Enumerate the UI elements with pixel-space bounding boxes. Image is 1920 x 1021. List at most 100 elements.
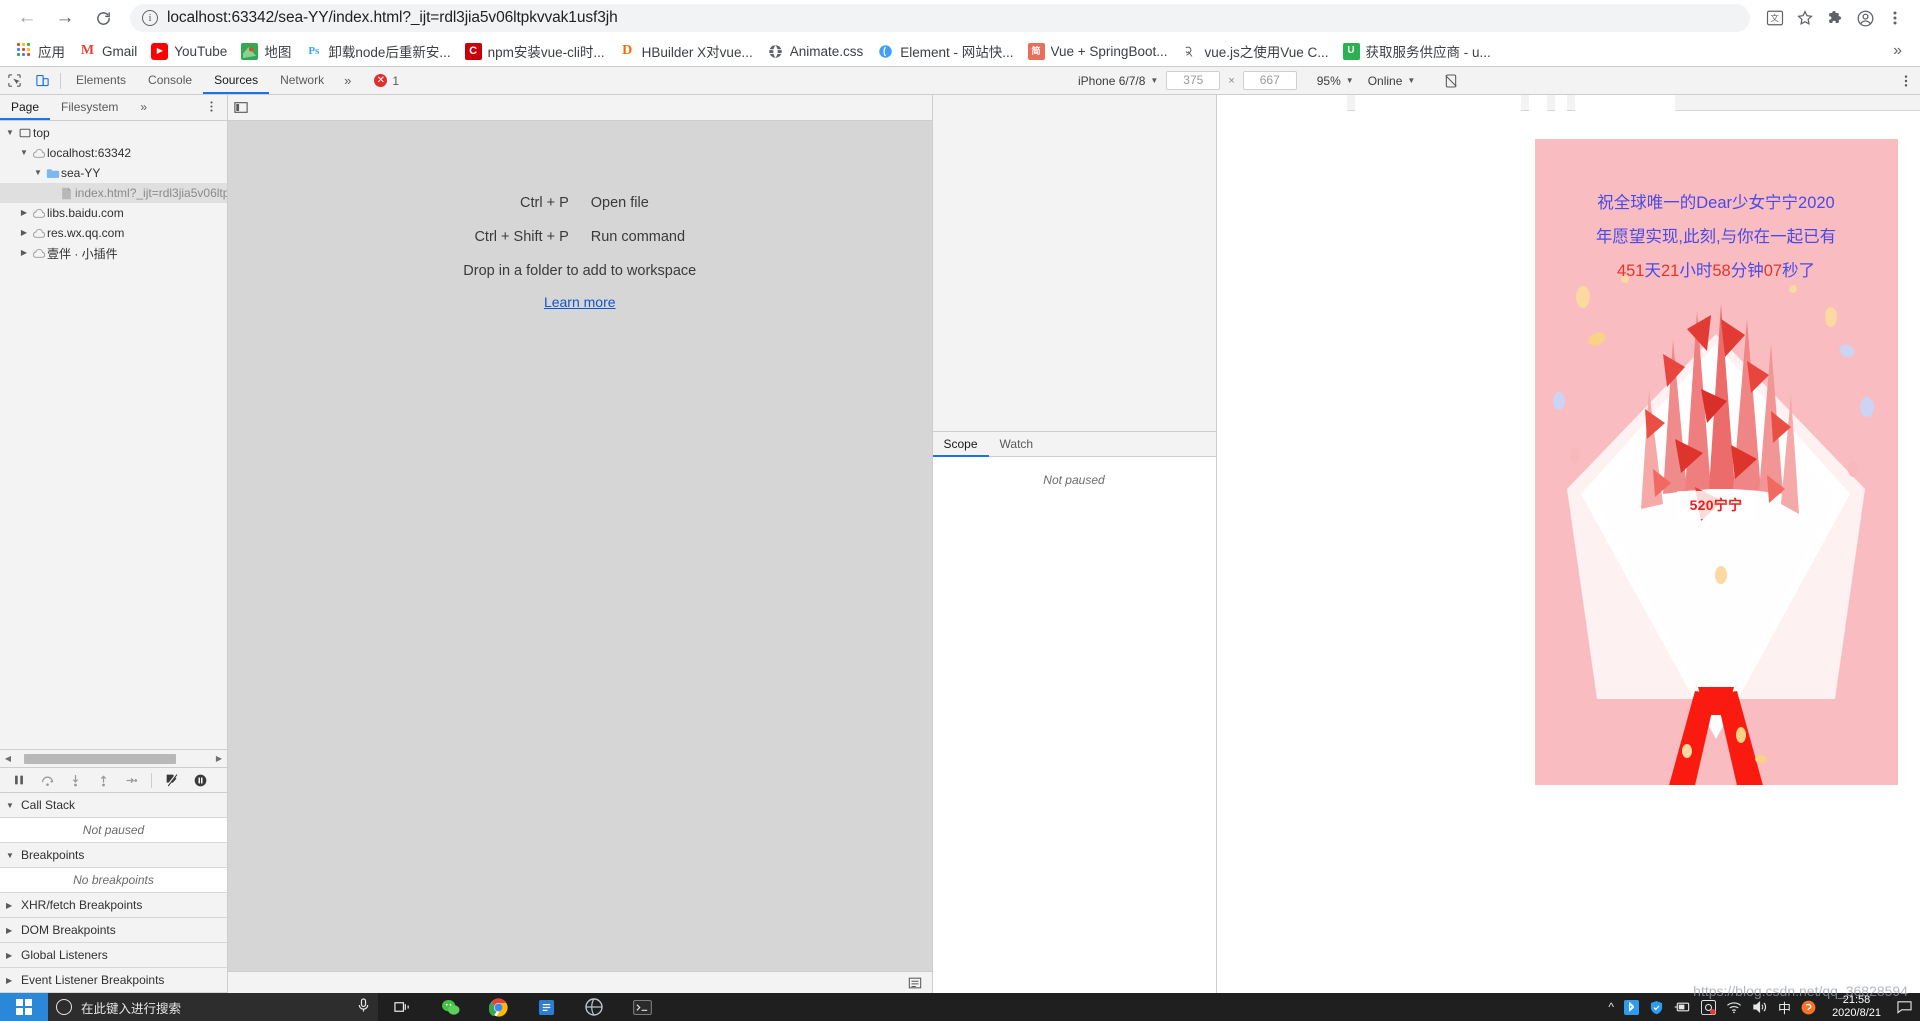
microphone-icon[interactable] (357, 998, 370, 1016)
zoom-select[interactable]: 95% ▼ (1317, 74, 1354, 88)
tree-twisty[interactable]: ▶ (18, 223, 30, 243)
section-call-stack[interactable]: ▼ Call Stack (0, 793, 227, 818)
throttling-select[interactable]: Online ▼ (1368, 74, 1416, 88)
tree-item-yiban-plugin[interactable]: ▶ 壹伴 · 小插件 (0, 243, 227, 263)
windows-start-icon[interactable] (0, 993, 48, 1021)
back-arrow-icon[interactable]: ← (10, 1, 44, 35)
tab-scope[interactable]: Scope (932, 432, 989, 457)
step-over-icon[interactable] (34, 768, 60, 792)
navigator-horizontal-scrollbar[interactable]: ◀ ▶ (0, 749, 227, 767)
bookmark-maps[interactable]: 地图 (234, 39, 298, 63)
action-center-icon[interactable] (1897, 1000, 1912, 1014)
deactivate-breakpoints-icon[interactable] (159, 768, 185, 792)
step-into-icon[interactable] (62, 768, 88, 792)
tab-elements[interactable]: Elements (65, 67, 137, 94)
screenshot-icon[interactable] (1701, 999, 1717, 1015)
translate-icon[interactable]: 文 (1760, 3, 1790, 33)
bookmark-gmail[interactable]: M Gmail (72, 39, 144, 63)
device-width-input[interactable]: 375 (1166, 71, 1221, 90)
pretty-print-icon[interactable] (904, 973, 926, 993)
device-preview-frame[interactable]: 祝全球唯一的Dear少女宁宁2020 年愿望实现,此刻,与你在一起已有 451天… (1534, 139, 1898, 785)
tab-page[interactable]: Page (0, 95, 51, 120)
bookmark-animate-css[interactable]: Animate.css (760, 39, 871, 63)
navigator-more-icon[interactable] (196, 100, 227, 116)
profile-avatar-icon[interactable] (1850, 3, 1880, 33)
terminal-icon[interactable] (618, 993, 666, 1021)
bookmark-hbuilder[interactable]: D HBuilder X对vue... (612, 39, 760, 63)
bookmark-uniapp[interactable]: U 获取服务供应商 - u... (1336, 39, 1498, 63)
forward-arrow-icon[interactable]: → (48, 1, 82, 35)
tree-twisty[interactable]: ▶ (18, 243, 30, 263)
tab-watch[interactable]: Watch (989, 432, 1045, 457)
extensions-puzzle-icon[interactable] (1820, 3, 1850, 33)
tabs-overflow-chevron[interactable]: » (335, 73, 360, 88)
bookmarks-overflow-chevron[interactable]: » (1883, 42, 1912, 60)
security-shield-icon[interactable] (1649, 1000, 1664, 1015)
tab-sources[interactable]: Sources (203, 67, 270, 94)
tree-twisty[interactable]: ▶ (18, 203, 30, 223)
rotate-device-icon[interactable] (1437, 68, 1465, 94)
browser-icon[interactable] (570, 993, 618, 1021)
bookmark-node-uninstall[interactable]: Ps 卸载node后重新安... (298, 39, 457, 63)
tree-item-res-wx-qq[interactable]: ▶ res.wx.qq.com (0, 223, 227, 243)
wifi-icon[interactable] (1726, 1001, 1742, 1014)
tree-item-localhost[interactable]: ▼ localhost:63342 (0, 143, 227, 163)
show-navigator-icon[interactable] (228, 95, 254, 120)
scrollbar-thumb[interactable] (24, 753, 176, 764)
bookmark-npm-vue-cli[interactable]: C npm安装vue-cli时... (458, 39, 612, 63)
tree-item-index-html[interactable]: index.html?_ijt=rdl3jia5v06ltp (0, 183, 227, 203)
bookmark-element-ui[interactable]: Element - 网站快... (870, 39, 1020, 63)
section-global-listeners[interactable]: ▶ Global Listeners (0, 943, 227, 968)
bluetooth-icon[interactable] (1624, 999, 1640, 1015)
show-hidden-icons-chevron[interactable]: ^ (1608, 1000, 1614, 1014)
editor-icon[interactable] (522, 993, 570, 1021)
address-bar[interactable]: i localhost:63342/sea-YY/index.html?_ijt… (130, 4, 1750, 32)
taskbar-search-input[interactable]: 在此键入进行搜索 (48, 993, 378, 1021)
tab-filesystem[interactable]: Filesystem (50, 95, 129, 120)
step-out-icon[interactable] (90, 768, 116, 792)
section-breakpoints[interactable]: ▼ Breakpoints (0, 843, 227, 868)
task-view-icon[interactable] (378, 993, 426, 1021)
error-count-badge[interactable]: ✕ 1 (374, 74, 399, 88)
scroll-left-arrow-icon[interactable]: ◀ (0, 754, 16, 763)
ime-icon[interactable]: 中 (1778, 998, 1791, 1017)
navigator-tabs-overflow[interactable]: » (129, 95, 158, 120)
section-xhr-fetch-breakpoints[interactable]: ▶ XHR/fetch Breakpoints (0, 893, 227, 918)
section-event-listener-breakpoints[interactable]: ▶ Event Listener Breakpoints (0, 968, 227, 993)
tree-item-top[interactable]: ▼ top (0, 123, 227, 143)
wechat-icon[interactable] (426, 993, 474, 1021)
tree-twisty[interactable]: ▼ (18, 143, 30, 163)
scrollbar-track[interactable] (16, 753, 211, 765)
chrome-menu-icon[interactable] (1880, 3, 1910, 33)
step-icon[interactable] (118, 768, 144, 792)
bookmark-apps[interactable]: 应用 (8, 39, 72, 63)
volume-icon[interactable] (1752, 1000, 1768, 1014)
device-select[interactable]: iPhone 6/7/8 ▼ (1078, 74, 1158, 88)
viewport-ruler[interactable] (1216, 95, 1920, 111)
taskbar-clock[interactable]: 21:58 2020/8/21 (1826, 994, 1887, 1020)
more-vertical-icon[interactable] (1892, 68, 1920, 94)
sogou-icon[interactable] (1801, 1000, 1816, 1015)
pause-on-exceptions-icon[interactable] (187, 768, 213, 792)
inspect-element-icon[interactable] (0, 68, 28, 94)
learn-more-link[interactable]: Learn more (544, 294, 616, 310)
tree-item-libs-baidu[interactable]: ▶ libs.baidu.com (0, 203, 227, 223)
pause-script-icon[interactable] (6, 768, 32, 792)
bookmark-star-icon[interactable] (1790, 3, 1820, 33)
tree-item-sea-yy[interactable]: ▼ sea-YY (0, 163, 227, 183)
section-dom-breakpoints[interactable]: ▶ DOM Breakpoints (0, 918, 227, 943)
chrome-icon[interactable] (474, 993, 522, 1021)
scroll-right-arrow-icon[interactable]: ▶ (211, 754, 227, 763)
bookmark-youtube[interactable]: ▶ YouTube (144, 39, 234, 63)
site-info-icon[interactable]: i (142, 10, 158, 26)
device-height-input[interactable]: 667 (1242, 71, 1297, 90)
bookmark-vue-springboot[interactable]: 简 Vue + SpringBoot... (1021, 39, 1175, 63)
bookmark-vue-cli[interactable]: vue.js之使用Vue C... (1174, 39, 1335, 63)
reload-icon[interactable] (86, 1, 120, 35)
tab-console[interactable]: Console (137, 67, 203, 94)
tree-twisty[interactable]: ▼ (4, 123, 16, 143)
battery-icon[interactable] (1674, 1001, 1691, 1013)
tree-twisty[interactable]: ▼ (32, 163, 44, 183)
tab-network[interactable]: Network (269, 67, 335, 94)
toggle-device-toolbar-icon[interactable] (28, 68, 56, 94)
